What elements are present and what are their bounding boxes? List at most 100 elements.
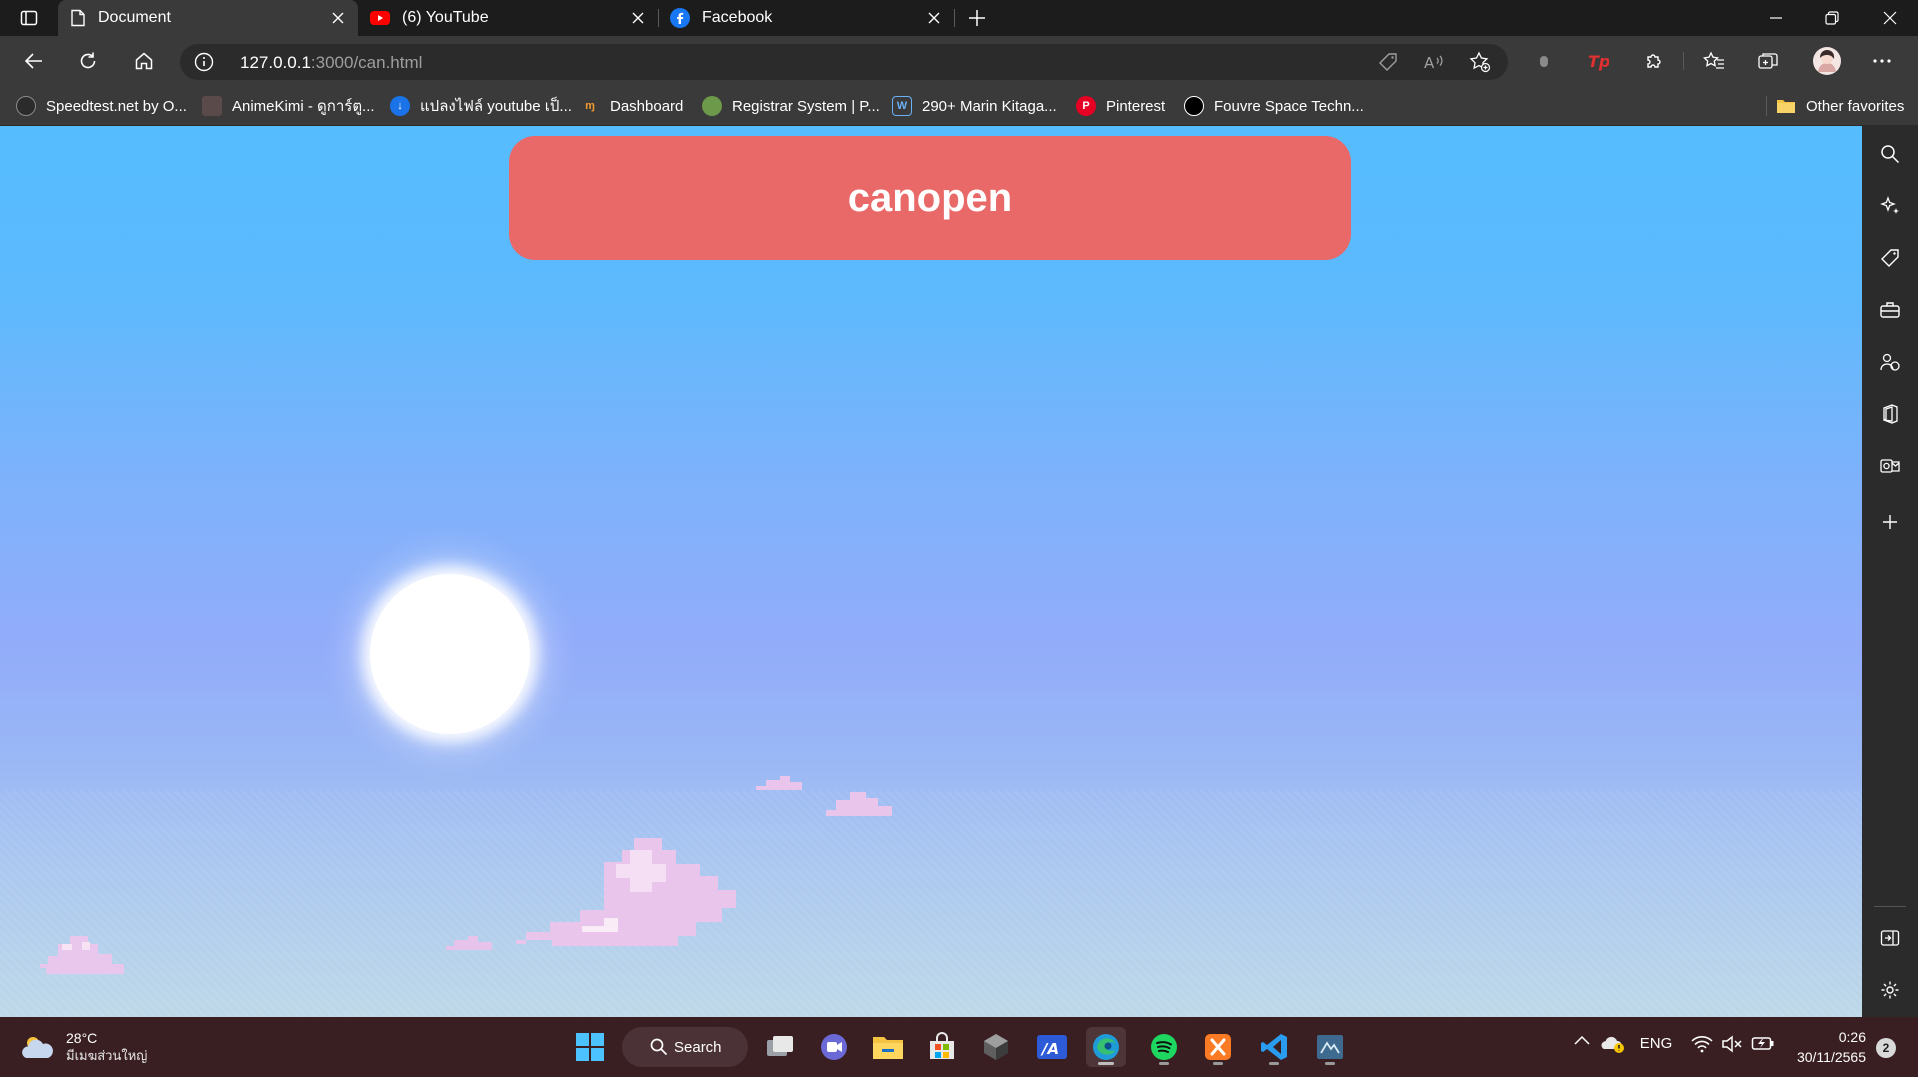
collapse-sidebar-icon: [1880, 930, 1900, 946]
sidebar-hide-button[interactable]: [1874, 922, 1906, 954]
tab-actions-button[interactable]: [10, 6, 48, 30]
favorite-registrar[interactable]: Registrar System | P...: [702, 94, 880, 118]
chevron-up-icon: [1574, 1035, 1590, 1045]
toolbox-icon: [1880, 302, 1900, 318]
minimize-button[interactable]: [1748, 0, 1804, 36]
tab-facebook[interactable]: Facebook: [658, 0, 954, 36]
close-icon: [632, 12, 644, 24]
tab-title: Facebook: [702, 9, 773, 26]
cloud: [756, 776, 802, 790]
battery-status[interactable]: [1750, 1035, 1776, 1051]
close-icon: [332, 12, 344, 24]
input-language-button[interactable]: ENG: [1636, 1035, 1676, 1052]
unity-button[interactable]: [976, 1027, 1016, 1067]
minimize-icon: [1770, 17, 1782, 19]
spotify-icon: [1151, 1034, 1177, 1060]
edge-button[interactable]: [1086, 1027, 1126, 1067]
collections-icon: [1758, 53, 1778, 69]
cloud: [516, 838, 736, 946]
favorite-marin[interactable]: W 290+ Marin Kitaga...: [892, 94, 1057, 118]
restore-button[interactable]: [1804, 0, 1860, 36]
info-icon[interactable]: [194, 52, 214, 72]
sidebar-shopping-button[interactable]: [1874, 242, 1906, 274]
read-aloud-button[interactable]: A: [1422, 50, 1446, 74]
star-add-icon: [1469, 51, 1491, 73]
mouse-icon: [1540, 56, 1548, 67]
facebook-icon: [670, 8, 690, 28]
spotify-button[interactable]: [1144, 1027, 1184, 1067]
refresh-button[interactable]: [72, 45, 104, 77]
favorites-bar: Speedtest.net by O... AnimeKimi - ดูการ์…: [0, 86, 1918, 126]
clock-time: 0:26: [1838, 1029, 1866, 1045]
close-window-button[interactable]: [1862, 0, 1918, 36]
settings-more-button[interactable]: [1866, 45, 1898, 77]
favorite-label: 290+ Marin Kitaga...: [922, 97, 1057, 115]
avatar: [1813, 47, 1841, 75]
tab-close-button[interactable]: [630, 10, 646, 26]
extension-tp-button[interactable]: Tp: [1582, 45, 1614, 77]
favorite-label: Fouvre Space Techn...: [1214, 97, 1364, 115]
volume-status[interactable]: [1720, 1035, 1744, 1053]
profile-button[interactable]: [1810, 44, 1844, 78]
home-button[interactable]: [128, 45, 160, 77]
start-button[interactable]: [570, 1027, 610, 1067]
favorite-label: แปลงไฟล์ youtube เป็...: [420, 98, 572, 115]
store-button[interactable]: [922, 1027, 962, 1067]
address-bar[interactable]: 127.0.0.1:3000/can.html A: [180, 44, 1508, 80]
sidebar-search-button[interactable]: [1874, 138, 1906, 170]
favorite-converter[interactable]: ↓ แปลงไฟล์ youtube เป็...: [390, 94, 572, 118]
edge-icon: [1093, 1034, 1119, 1060]
youtube-icon: [370, 11, 390, 25]
sidebar-outlook-button[interactable]: [1874, 450, 1906, 482]
horizon-haze: [0, 790, 1862, 1017]
favorite-speedtest[interactable]: Speedtest.net by O...: [16, 94, 187, 118]
speedtest-icon: [16, 96, 36, 116]
puzzle-icon: [1647, 54, 1661, 68]
favorites-button[interactable]: [1698, 45, 1730, 77]
add-favorite-button[interactable]: [1468, 50, 1492, 74]
taskbar-search[interactable]: Search: [622, 1027, 748, 1067]
app-ma-button[interactable]: /A: [1032, 1027, 1072, 1067]
sidebar-tools-button[interactable]: [1874, 294, 1906, 326]
show-hidden-icons-button[interactable]: [1572, 1035, 1592, 1045]
sidebar-office-button[interactable]: [1874, 398, 1906, 430]
url-text[interactable]: 127.0.0.1:3000/can.html: [240, 53, 422, 73]
file-explorer-button[interactable]: [868, 1027, 908, 1067]
sidebar-discover-button[interactable]: [1874, 190, 1906, 222]
favorite-dashboard[interactable]: ɱ Dashboard: [580, 94, 683, 118]
gear-icon: [1881, 981, 1899, 999]
new-tab-button[interactable]: [962, 4, 992, 32]
tab-close-button[interactable]: [926, 10, 942, 26]
taskbar-clock[interactable]: 0:26 30/11/2565: [1790, 1027, 1866, 1067]
tag-icon: [1881, 249, 1899, 267]
tab-document[interactable]: Document: [58, 0, 358, 36]
coupon-button[interactable]: [1376, 50, 1400, 74]
collections-button[interactable]: [1752, 45, 1784, 77]
mysql-workbench-button[interactable]: [1310, 1027, 1350, 1067]
vscode-button[interactable]: [1254, 1027, 1294, 1067]
favorite-fouvre[interactable]: Fouvre Space Techn...: [1184, 94, 1364, 118]
vscode-icon: [1261, 1034, 1287, 1060]
back-button[interactable]: [18, 45, 50, 77]
tab-youtube[interactable]: (6) YouTube: [358, 0, 658, 36]
muted-speaker-icon: [1722, 1035, 1742, 1053]
extension-mouse-button[interactable]: [1528, 45, 1560, 77]
other-favorites[interactable]: Other favorites: [1776, 94, 1904, 118]
notification-badge[interactable]: 2: [1876, 1038, 1896, 1058]
tab-close-button[interactable]: [330, 10, 346, 26]
xampp-button[interactable]: [1198, 1027, 1238, 1067]
teams-chat-button[interactable]: [814, 1027, 854, 1067]
wifi-status[interactable]: [1690, 1035, 1714, 1053]
heading-banner: canopen: [509, 136, 1351, 260]
extensions-button[interactable]: [1638, 45, 1670, 77]
running-indicator: [1269, 1062, 1279, 1065]
sidebar-games-button[interactable]: [1874, 346, 1906, 378]
weather-widget[interactable]: 28°C มีเมฆส่วนใหญ่: [20, 1029, 147, 1065]
restore-icon: [1825, 11, 1839, 25]
favorite-animekimi[interactable]: AnimeKimi - ดูการ์ตู...: [202, 94, 375, 118]
sidebar-settings-button[interactable]: [1874, 974, 1906, 1006]
onedrive-status[interactable]: [1600, 1035, 1626, 1053]
sidebar-add-button[interactable]: [1874, 506, 1906, 538]
favorite-pinterest[interactable]: P Pinterest: [1076, 94, 1165, 118]
task-view-button[interactable]: [760, 1027, 800, 1067]
